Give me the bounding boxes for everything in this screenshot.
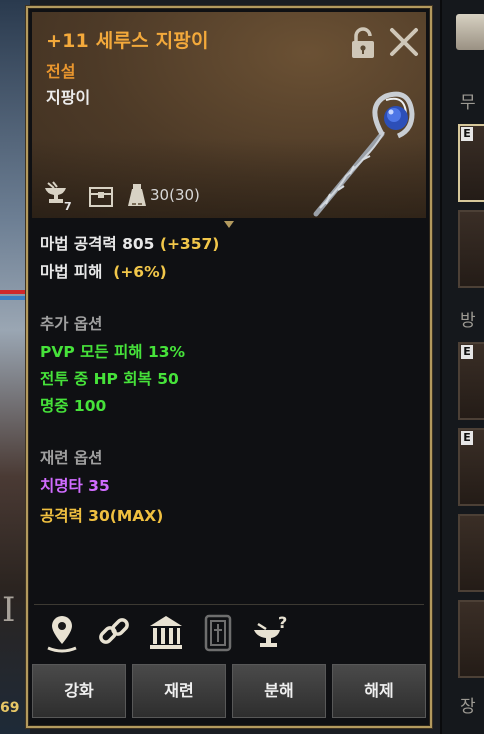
divider-ornament [224,214,234,228]
stat-magic-attack: 마법 공격력 805 (+357) [40,235,220,253]
hp-bar [0,290,26,294]
bank-icon[interactable] [146,612,186,654]
item-type: 지팡이 [46,88,91,107]
seal-icon[interactable] [198,612,238,654]
enhance-anvil-icon: 7 [42,180,72,213]
extra-option-line: 명중 100 [40,397,107,415]
action-button-row: 강화 재련 분해 해제 [32,664,426,720]
section-label-armor: 방 [460,311,476,331]
divider [34,604,424,605]
section-label-weapon: 무 [460,93,476,113]
background-roman-numeral: I [2,590,16,630]
equip-slot[interactable] [458,600,484,678]
link-icon[interactable] [94,612,134,654]
stat-bonus: (+6%) [113,263,167,281]
section-label-accessory: 장 [460,697,476,717]
close-icon[interactable] [388,26,420,58]
stat-magic-damage: 마법 피해 (+6%) [40,263,167,281]
chest-icon [86,180,116,210]
svg-text:?: ? [278,613,287,632]
reforge-options-title: 재련 옵션 [40,449,103,467]
item-weight: 30(30) [150,186,200,204]
equip-slot[interactable]: E [458,124,484,202]
extra-option-line: PVP 모든 피해 13% [40,343,186,361]
equip-slot[interactable]: E [458,342,484,420]
inventory-side-panel: 무 E 방 E E 장 [440,0,484,734]
location-pin-icon[interactable] [42,612,82,654]
item-tooltip-panel: +11 세루스 지팡이 전설 지팡이 7 30(30) 마법 공격력 805 (… [26,6,432,728]
lock-icon[interactable] [348,26,378,60]
enhance-button[interactable]: 강화 [32,664,126,718]
equip-slot[interactable] [458,514,484,592]
extra-options-title: 추가 옵션 [40,315,103,333]
equip-slot[interactable]: E [458,428,484,506]
svg-text:7: 7 [64,200,72,212]
disassemble-button[interactable]: 분해 [232,664,326,718]
reforge-option-line: 치명타 35 [40,477,110,495]
item-header: +11 세루스 지팡이 전설 지팡이 7 30(30) [32,12,426,218]
inventory-bag-button[interactable] [456,14,484,50]
stat-bonus: (+357) [159,235,220,253]
reforge-button[interactable]: 재련 [132,664,226,718]
background-number: 69 [0,700,20,716]
weight-icon [122,180,152,210]
anvil-question-icon[interactable]: ? [252,612,292,654]
reforge-option-line: 공격력 30(MAX) [40,507,164,525]
item-grade: 전설 [46,62,76,81]
item-name: +11 세루스 지팡이 [46,30,209,52]
extra-option-line: 전투 중 HP 회복 50 [40,370,179,388]
equip-slot[interactable] [458,210,484,288]
unequip-button[interactable]: 해제 [332,664,426,718]
mp-bar [0,296,26,300]
staff-item-image [286,86,416,218]
